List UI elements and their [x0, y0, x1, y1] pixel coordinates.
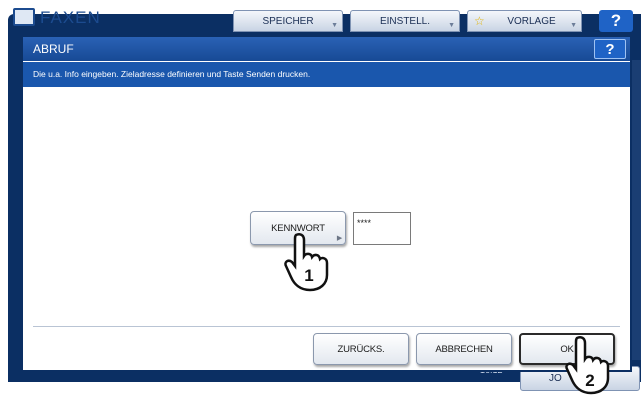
- tab-speicher[interactable]: SPEICHER ▼: [233, 10, 343, 32]
- dialog-title: ABRUF: [33, 42, 74, 56]
- tab-vorlage[interactable]: ☆ VORLAGE ▼: [467, 10, 582, 32]
- instruction-bar: Die u.a. Info eingeben. Zieladresse defi…: [23, 62, 630, 87]
- chevron-down-icon: ▼: [331, 22, 338, 29]
- fax-icon: [13, 8, 35, 26]
- chevron-down-icon: ▼: [570, 22, 577, 29]
- job-status-label: JO: [549, 373, 562, 384]
- hand-pointer-icon: 1: [284, 232, 329, 292]
- chevron-down-icon: ▼: [448, 22, 455, 29]
- dialog-help-button[interactable]: ?: [594, 39, 626, 59]
- back-button-label: ZURÜCKS.: [337, 343, 385, 355]
- step-number-2: 2: [585, 371, 594, 390]
- app-title: FAXEN: [40, 8, 101, 27]
- cancel-button-label: ABBRECHEN: [435, 343, 493, 355]
- tab-label: VORLAGE: [507, 15, 556, 27]
- footer-divider: [33, 326, 620, 327]
- tab-einstell[interactable]: EINSTELL. ▼: [350, 10, 460, 32]
- step-number-1: 1: [304, 266, 313, 285]
- tab-label: EINSTELL.: [379, 15, 431, 27]
- instruction-text: Die u.a. Info eingeben. Zieladresse defi…: [33, 69, 311, 79]
- cancel-button[interactable]: ABBRECHEN: [416, 333, 512, 365]
- corner-arrow-icon: ▶: [336, 235, 342, 242]
- back-button[interactable]: ZURÜCKS.: [313, 333, 409, 365]
- help-button[interactable]: ?: [599, 10, 633, 32]
- hand-pointer-icon: 2: [565, 335, 610, 395]
- polling-dialog: ABRUF ? Die u.a. Info eingeben. Zieladre…: [21, 35, 632, 372]
- password-field[interactable]: ****: [353, 212, 411, 245]
- dialog-header: ABRUF ?: [23, 37, 630, 62]
- star-icon: ☆: [474, 14, 485, 28]
- tab-label: SPEICHER: [262, 15, 314, 27]
